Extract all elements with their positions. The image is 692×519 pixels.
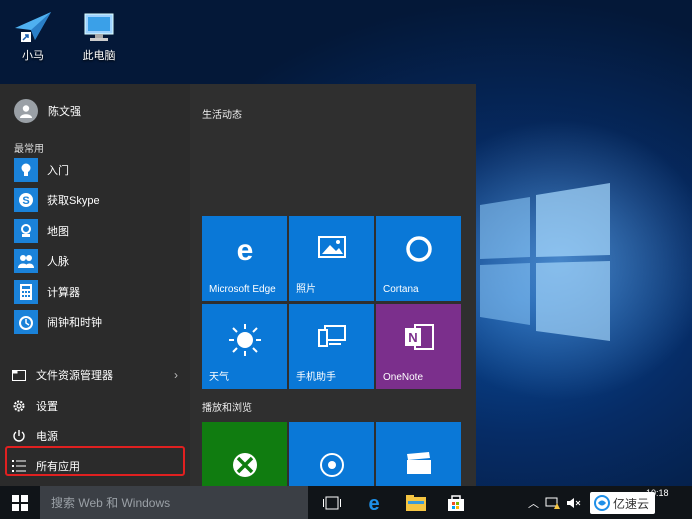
skype-icon: S xyxy=(14,188,38,213)
user-icon xyxy=(20,105,32,118)
avatar xyxy=(14,99,38,123)
windows-hero-logo xyxy=(480,183,610,341)
app-label: 地图 xyxy=(47,225,69,238)
taskbar-file-explorer-button[interactable] xyxy=(396,486,436,519)
sidebar-item-file-explorer[interactable]: 文件资源管理器 › xyxy=(8,362,178,388)
taskbar: 搜索 Web 和 Windows e ︿ 10:18 xyxy=(0,486,692,519)
volume-muted-icon[interactable] xyxy=(565,496,581,510)
app-item-skype[interactable]: S 获取Skype xyxy=(14,186,184,214)
power-icon xyxy=(8,429,30,443)
tile-microsoft-edge[interactable]: e Microsoft Edge xyxy=(202,216,287,301)
app-item-get-started[interactable]: 入门 xyxy=(14,156,184,184)
watermark: 亿速云 xyxy=(590,492,656,514)
taskbar-store-button[interactable] xyxy=(436,486,476,519)
chevron-right-icon[interactable]: › xyxy=(174,368,178,382)
calculator-icon xyxy=(14,279,38,304)
desktop-icon-label: 小马 xyxy=(22,50,44,62)
people-icon xyxy=(14,249,38,274)
tile-label: Cortana xyxy=(383,284,419,295)
user-account[interactable]: 陈文强 xyxy=(14,98,81,124)
app-item-alarms-clock[interactable]: 闹钟和时钟 xyxy=(14,308,184,336)
app-label: 闹钟和时钟 xyxy=(47,316,102,329)
edge-icon: e xyxy=(236,234,253,264)
desktop-icon-xiaoma[interactable]: 小马 xyxy=(3,8,63,63)
folder-icon xyxy=(406,494,426,511)
tile-onenote[interactable]: N OneNote xyxy=(376,304,461,389)
watermark-text: 亿速云 xyxy=(613,496,650,511)
svg-text:N: N xyxy=(408,330,417,345)
app-label: 人脉 xyxy=(47,256,69,269)
yisu-logo-icon xyxy=(594,495,610,511)
paper-plane-shortcut-icon xyxy=(15,12,51,42)
groove-music-icon xyxy=(319,453,344,477)
onenote-icon: N xyxy=(404,324,434,350)
app-item-calculator[interactable]: 计算器 xyxy=(14,278,184,306)
tile-label: Microsoft Edge xyxy=(209,284,276,295)
tile-phone-companion[interactable]: 手机助手 xyxy=(289,304,374,389)
app-item-maps[interactable]: 地图 xyxy=(14,217,184,245)
task-view-button[interactable] xyxy=(312,486,352,519)
alarm-clock-icon xyxy=(14,309,38,334)
start-menu: 陈文强 最常用 入门 S 获取Skype 地图 人脉 计算器 闹钟和时钟 文件资… xyxy=(0,84,476,486)
tile-label: 天气 xyxy=(209,372,229,383)
taskbar-edge-button[interactable]: e xyxy=(354,486,394,519)
desktop-icon-label: 此电脑 xyxy=(82,50,116,62)
tile-weather[interactable]: 天气 xyxy=(202,304,287,389)
tile-xbox[interactable] xyxy=(202,422,287,486)
gear-icon xyxy=(8,399,30,413)
maps-icon xyxy=(14,218,38,243)
windows-logo-icon xyxy=(12,494,28,511)
app-item-people[interactable]: 人脉 xyxy=(14,247,184,275)
network-warning-icon[interactable] xyxy=(545,496,561,510)
most-used-heading: 最常用 xyxy=(14,144,44,155)
tile-label: 手机助手 xyxy=(296,372,336,383)
tile-photos[interactable]: 照片 xyxy=(289,216,374,301)
cortana-icon xyxy=(405,236,432,262)
file-explorer-icon xyxy=(8,369,30,381)
svg-text:e: e xyxy=(236,234,253,264)
tile-label: OneNote xyxy=(383,372,424,383)
tile-movies-tv[interactable] xyxy=(376,422,461,486)
desktop-icon-this-pc[interactable]: 此电脑 xyxy=(69,8,129,63)
tile-label: 照片 xyxy=(296,284,316,295)
start-button[interactable] xyxy=(0,486,40,519)
tile-cortana[interactable]: Cortana xyxy=(376,216,461,301)
xbox-icon xyxy=(232,453,257,477)
app-label: 计算器 xyxy=(47,286,80,299)
chevron-up-icon[interactable]: ︿ xyxy=(528,495,539,511)
start-menu-left-column: 陈文强 最常用 入门 S 获取Skype 地图 人脉 计算器 闹钟和时钟 文件资… xyxy=(0,84,190,486)
start-menu-tiles-area: 生活动态 e Microsoft Edge 照片 Cortana 天气 手机助手… xyxy=(190,84,476,486)
task-view-icon xyxy=(323,496,341,509)
movies-tv-icon xyxy=(406,452,431,474)
tile-group-title: 生活动态 xyxy=(202,110,242,121)
photos-icon xyxy=(317,236,346,258)
app-label: 入门 xyxy=(47,165,69,177)
svg-text:S: S xyxy=(22,195,29,207)
weather-sun-icon xyxy=(228,324,261,356)
sidebar-item-label: 电源 xyxy=(36,431,58,443)
tile-group-title: 播放和浏览 xyxy=(202,403,252,414)
all-apps-highlight-box xyxy=(5,446,185,476)
sidebar-item-label: 文件资源管理器 xyxy=(36,370,113,382)
lightbulb-icon xyxy=(14,158,38,182)
computer-icon xyxy=(84,13,114,41)
tile-groove-music[interactable] xyxy=(289,422,374,486)
search-placeholder: 搜索 Web 和 Windows xyxy=(51,496,171,510)
edge-icon: e xyxy=(368,493,379,513)
phone-companion-icon xyxy=(317,325,346,347)
search-input[interactable]: 搜索 Web 和 Windows xyxy=(40,486,308,519)
sidebar-item-label: 设置 xyxy=(36,401,58,413)
user-name: 陈文强 xyxy=(48,106,81,118)
app-label: 获取Skype xyxy=(47,195,100,208)
svg-text:e: e xyxy=(368,493,379,513)
most-used-list: 入门 S 获取Skype 地图 人脉 计算器 闹钟和时钟 xyxy=(14,156,184,338)
store-bag-icon xyxy=(448,494,464,511)
sidebar-item-settings[interactable]: 设置 xyxy=(8,393,178,419)
